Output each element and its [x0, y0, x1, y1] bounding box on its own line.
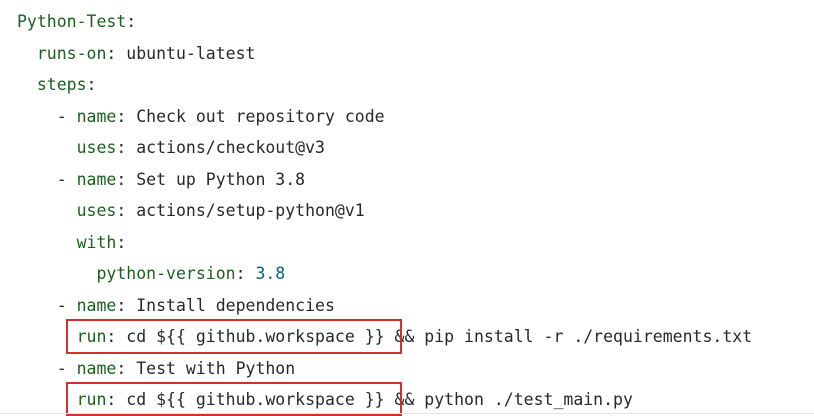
- code-line-12: - name: Test with Python: [17, 359, 296, 378]
- code-line-2: runs-on: ubuntu-latest: [36, 44, 256, 63]
- code-line-7: uses: actions/setup-python@v1: [76, 201, 365, 220]
- code-line-13: run: cd ${{ github.workspace }} && pytho…: [76, 390, 633, 409]
- code-line-4: - name: Check out repository code: [17, 107, 385, 126]
- code-line-11: run: cd ${{ github.workspace }} && pip i…: [76, 327, 753, 346]
- bottom-divider: [0, 413, 814, 414]
- code-line-10: - name: Install dependencies: [17, 296, 335, 315]
- yaml-code-block: Python-Test: runs-on: ubuntu-latest step…: [0, 0, 814, 416]
- code-line-9: python-version: 3.8: [96, 264, 286, 283]
- code-line-3: steps:: [36, 75, 97, 94]
- code-line-1: Python-Test:: [17, 12, 137, 31]
- code-line-6: - name: Set up Python 3.8: [17, 170, 306, 189]
- code-line-8: with:: [76, 233, 127, 252]
- code-line-5: uses: actions/checkout@v3: [76, 138, 325, 157]
